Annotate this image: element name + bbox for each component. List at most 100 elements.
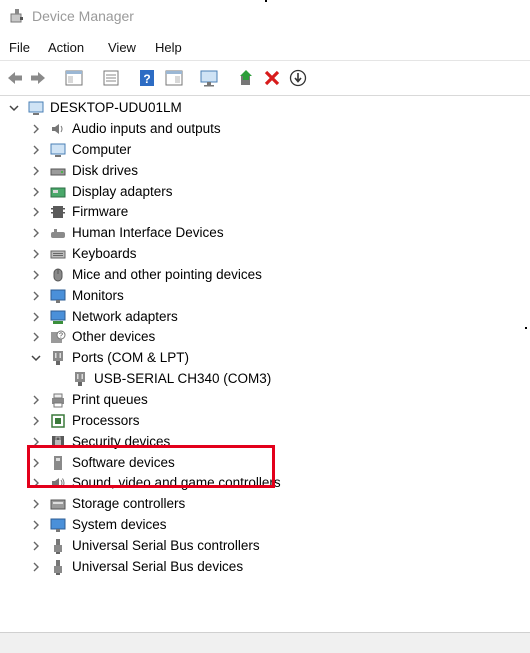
network-adapter-icon — [50, 309, 66, 325]
tree-item-label: Universal Serial Bus controllers — [72, 538, 260, 553]
hid-icon — [50, 225, 66, 241]
processor-icon — [50, 413, 66, 429]
menu-help[interactable]: Help — [155, 40, 182, 55]
tree-item[interactable]: Ports (COM & LPT) — [0, 348, 500, 368]
tree-item[interactable]: Mice and other pointing devices — [0, 265, 500, 285]
chevron-right-icon[interactable] — [30, 140, 42, 160]
chevron-right-icon[interactable] — [30, 515, 42, 535]
svg-text:?: ? — [143, 72, 150, 86]
tree-item-label: Computer — [72, 142, 132, 157]
tree-item[interactable]: System devices — [0, 515, 500, 535]
root-label: DESKTOP-UDU01LM — [50, 100, 182, 115]
tree-item-label: Keyboards — [72, 246, 137, 261]
tree-item[interactable]: Universal Serial Bus devices — [0, 557, 500, 577]
tree-item[interactable]: Disk drives — [0, 161, 500, 181]
tree-item-label: Ports (COM & LPT) — [72, 350, 190, 365]
port-icon — [72, 371, 88, 387]
tree-item[interactable]: Display adapters — [0, 182, 500, 202]
chevron-right-icon[interactable] — [30, 244, 42, 264]
tree-item-label: Storage controllers — [72, 496, 186, 511]
chevron-right-icon[interactable] — [30, 202, 42, 222]
system-device-icon — [50, 517, 66, 533]
device-tree: DESKTOP-UDU01LM Audio inputs and outputs… — [0, 96, 530, 626]
tree-item-label: Mice and other pointing devices — [72, 267, 262, 282]
back-icon[interactable] — [5, 68, 25, 88]
tree-item[interactable]: Print queues — [0, 390, 500, 410]
tree-item[interactable]: Storage controllers — [0, 494, 500, 514]
speaker-icon — [50, 121, 66, 137]
edge-mark-right — [525, 327, 527, 329]
chevron-right-icon[interactable] — [30, 161, 42, 181]
port-icon — [50, 350, 66, 366]
display-adapter-icon — [50, 184, 66, 200]
status-bar — [0, 632, 530, 653]
mouse-icon — [50, 267, 66, 283]
tree-item-label: System devices — [72, 517, 167, 532]
properties-icon[interactable] — [101, 68, 121, 88]
tree-item-label: Processors — [72, 413, 140, 428]
svg-text:?: ? — [59, 333, 63, 340]
tree-item[interactable]: Firmware — [0, 202, 500, 222]
tree-item[interactable]: Universal Serial Bus controllers — [0, 536, 500, 556]
computer-icon — [50, 142, 66, 158]
tree-item[interactable]: Audio inputs and outputs — [0, 119, 500, 139]
action-pane-icon[interactable] — [164, 68, 184, 88]
tree-item[interactable]: Keyboards — [0, 244, 500, 264]
show-hide-console-tree-icon[interactable] — [64, 68, 84, 88]
chevron-right-icon[interactable] — [30, 182, 42, 202]
chevron-down-icon[interactable] — [30, 348, 42, 368]
edge-mark-top — [265, 0, 267, 2]
tree-item[interactable]: Processors — [0, 411, 500, 431]
chevron-right-icon[interactable] — [30, 119, 42, 139]
tree-item[interactable]: Monitors — [0, 286, 500, 306]
chevron-right-icon[interactable] — [30, 327, 42, 347]
chevron-down-icon[interactable] — [8, 98, 20, 118]
tree-item-label: Monitors — [72, 288, 124, 303]
tree-item-label: Human Interface Devices — [72, 225, 224, 240]
disable-device-icon[interactable] — [288, 68, 308, 88]
computer-icon — [28, 100, 44, 116]
tree-item[interactable]: Computer — [0, 140, 500, 160]
tree-item-label: Network adapters — [72, 309, 178, 324]
tree-item-label: Display adapters — [72, 184, 173, 199]
chevron-right-icon[interactable] — [30, 286, 42, 306]
tree-child-item[interactable]: USB-SERIAL CH340 (COM3) — [0, 369, 500, 389]
update-driver-icon[interactable] — [237, 68, 257, 88]
chevron-right-icon[interactable] — [30, 390, 42, 410]
chevron-right-icon[interactable] — [30, 494, 42, 514]
chevron-right-icon[interactable] — [30, 557, 42, 577]
scan-hardware-icon[interactable] — [199, 68, 219, 88]
tree-item-label: Audio inputs and outputs — [72, 121, 221, 136]
menu-file[interactable]: File — [9, 40, 30, 55]
highlight-box — [27, 445, 275, 488]
menu-view[interactable]: View — [108, 40, 136, 55]
chevron-right-icon[interactable] — [30, 536, 42, 556]
tree-item-label: Disk drives — [72, 163, 139, 178]
tree-item[interactable]: ? Other devices — [0, 327, 500, 347]
chevron-right-icon[interactable] — [30, 307, 42, 327]
usb-icon — [50, 538, 66, 554]
forward-icon[interactable] — [28, 68, 48, 88]
unknown-device-icon: ? — [50, 329, 66, 345]
chevron-right-icon[interactable] — [30, 223, 42, 243]
toolbar: ? — [0, 60, 530, 96]
storage-controller-icon — [50, 496, 66, 512]
menu-bar: File Action View Help — [0, 36, 530, 60]
chevron-right-icon[interactable] — [30, 411, 42, 431]
tree-item-label: Print queues — [72, 392, 148, 407]
tree-child-label: USB-SERIAL CH340 (COM3) — [94, 371, 272, 386]
chevron-right-icon[interactable] — [30, 265, 42, 285]
window-title: Device Manager — [32, 8, 134, 24]
device-manager-icon — [9, 8, 25, 24]
tree-item[interactable]: Human Interface Devices — [0, 223, 500, 243]
tree-item-label: Firmware — [72, 204, 129, 219]
tree-root[interactable]: DESKTOP-UDU01LM — [0, 98, 500, 118]
help-icon[interactable]: ? — [137, 68, 157, 88]
tree-item[interactable]: Network adapters — [0, 307, 500, 327]
firmware-icon — [50, 204, 66, 220]
menu-action[interactable]: Action — [48, 40, 84, 55]
disk-drive-icon — [50, 163, 66, 179]
monitor-icon — [50, 288, 66, 304]
keyboard-icon — [50, 246, 66, 262]
uninstall-icon[interactable] — [262, 68, 282, 88]
